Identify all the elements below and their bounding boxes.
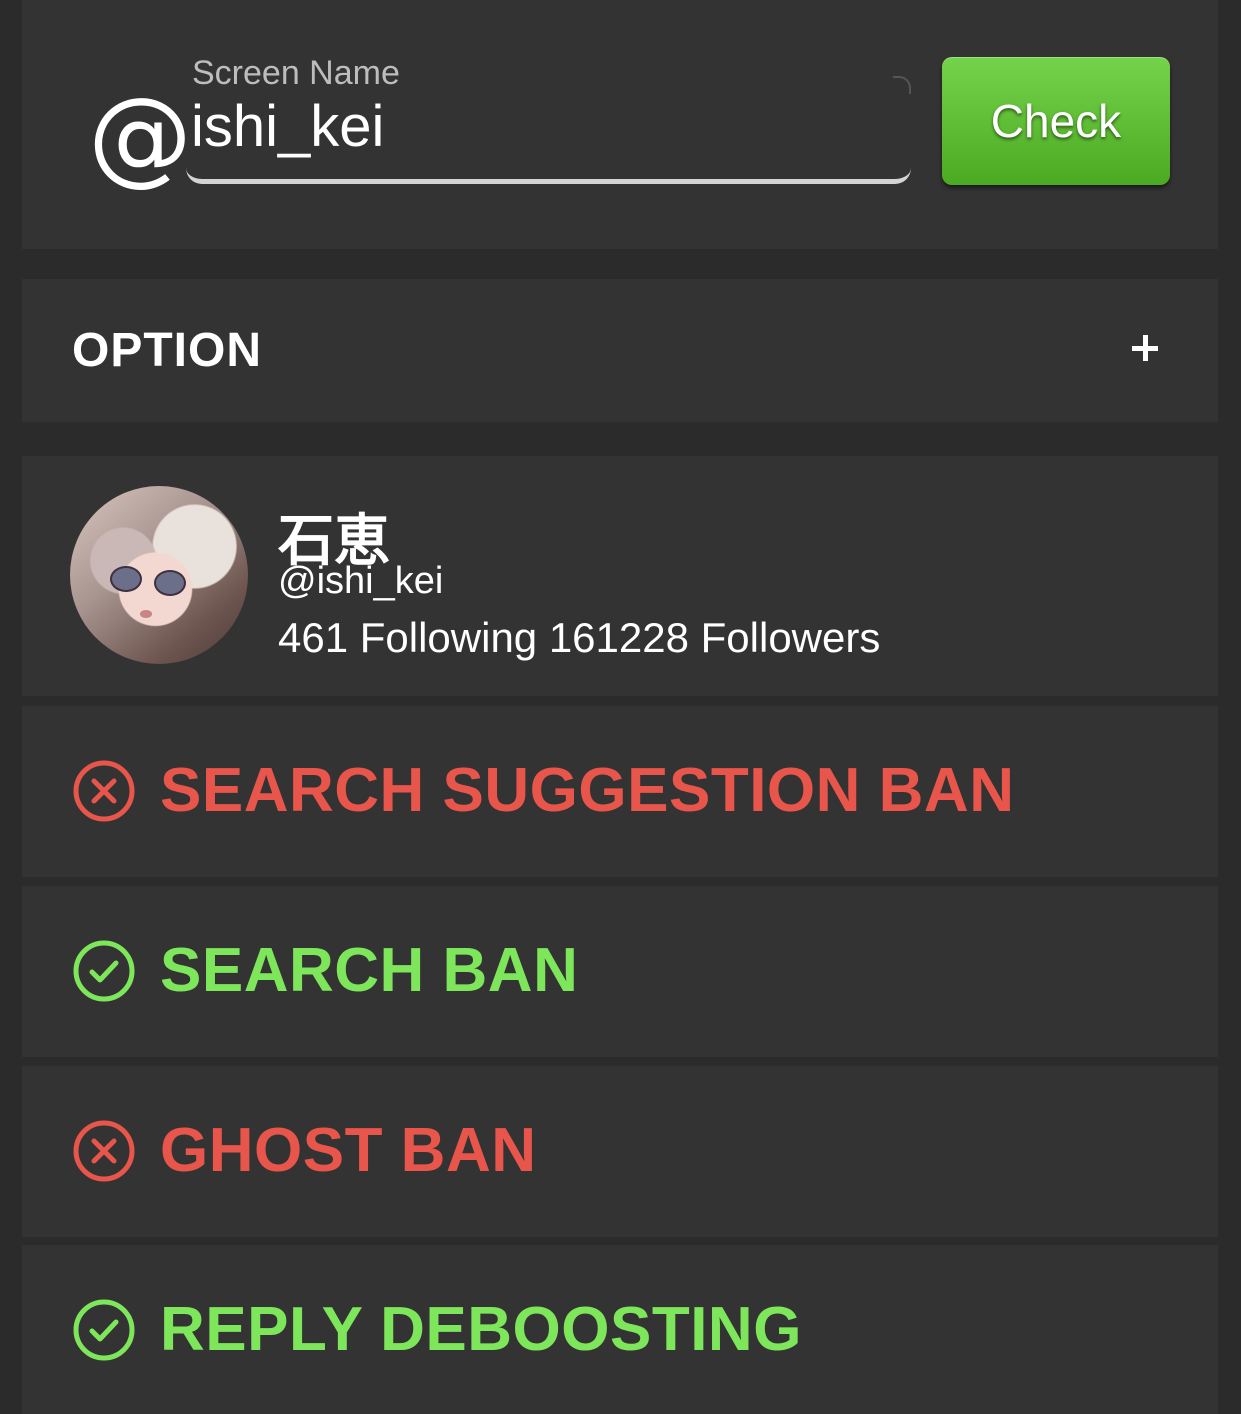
result-reply-deboosting: REPLY DEBOOSTING (22, 1245, 1218, 1414)
result-label: GHOST BAN (160, 1116, 537, 1185)
result-search-suggestion-ban: SEARCH SUGGESTION BAN (22, 706, 1218, 877)
page: @ Screen Name Check OPTION 石恵 @ishi_kei … (0, 0, 1241, 1414)
result-label: REPLY DEBOOSTING (160, 1295, 802, 1364)
handle: @ishi_kei (278, 560, 444, 602)
result-label: SEARCH BAN (160, 936, 579, 1005)
screen-name-input[interactable] (191, 94, 881, 158)
x-circle-icon (73, 1120, 135, 1182)
avatar (70, 486, 248, 664)
avatar-mouth (140, 610, 152, 618)
x-circle-icon (73, 760, 135, 822)
at-icon: @ (88, 75, 192, 197)
search-card: @ Screen Name Check (22, 0, 1218, 249)
plus-icon[interactable] (1132, 335, 1158, 361)
avatar-eye-right (154, 570, 186, 596)
profile-card: 石恵 @ishi_kei 461 Following 161228 Follow… (22, 456, 1218, 696)
result-label: SEARCH SUGGESTION BAN (160, 756, 1015, 825)
screen-name-field[interactable] (186, 76, 911, 184)
follow-stats: 461 Following 161228 Followers (278, 614, 881, 661)
option-toggle[interactable]: OPTION (22, 279, 1218, 422)
option-title: OPTION (72, 324, 263, 377)
check-button[interactable]: Check (942, 57, 1170, 185)
check-circle-icon (73, 1299, 135, 1361)
check-circle-icon (73, 940, 135, 1002)
result-ghost-ban: GHOST BAN (22, 1066, 1218, 1237)
avatar-eye-left (110, 566, 142, 592)
result-search-ban: SEARCH BAN (22, 886, 1218, 1057)
